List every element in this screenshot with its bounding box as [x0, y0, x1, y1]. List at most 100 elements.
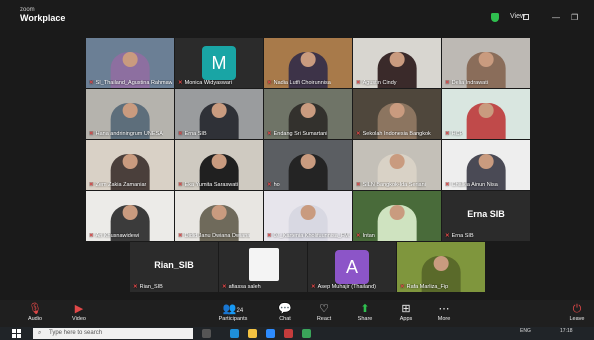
participant-avatar: A	[335, 250, 369, 284]
participant-tile[interactable]: Rian_SIB ✕ Rian_SIB	[130, 242, 218, 292]
taskbar-search-box[interactable]: ⌕ Type here to search	[33, 328, 193, 339]
participant-name-label: ✕ Hana andriningrum UNESA	[89, 131, 163, 137]
muted-mic-icon: ✕	[445, 80, 450, 86]
muted-mic-icon: ✕	[222, 284, 227, 290]
react-button[interactable]: ♡ React	[305, 302, 343, 322]
zoom-app-icon[interactable]	[266, 329, 275, 338]
participant-name-label: ✕ Ari Khusnawidewi	[89, 233, 139, 239]
brand-big: Workplace	[20, 13, 66, 23]
grid-view-icon[interactable]	[523, 14, 529, 20]
audio-button[interactable]: 🎙 Audio	[16, 302, 54, 322]
minimize-icon[interactable]: —	[552, 13, 560, 22]
participant-name-label: ✕ 07_Kartenia Kholifuunnisa_FM...	[267, 233, 350, 239]
video-button[interactable]: ▶ Video	[60, 302, 98, 322]
windows-start-icon[interactable]	[12, 329, 21, 338]
leave-button[interactable]: ⏻ Leave	[562, 302, 592, 322]
participant-tile[interactable]: ✕ Delia Indrawati	[442, 38, 530, 88]
muted-mic-icon: ✕	[356, 233, 361, 239]
participant-display-name: Rian_SIB	[154, 260, 194, 270]
participant-tile[interactable]: ✕ Agustin Cindy	[353, 38, 441, 88]
participant-tile[interactable]: ✕ Hana andriningrum UNESA	[86, 89, 174, 139]
share-button[interactable]: ⬆ Share	[346, 302, 384, 322]
participant-name-label: ✕ Chalkia Ainun Nisa	[445, 182, 498, 188]
participant-name: Didid Janu Dwiana Dwiana	[184, 233, 251, 239]
muted-mic-icon: ✕	[267, 182, 272, 188]
app-icon[interactable]	[284, 329, 293, 338]
participant-tile[interactable]: ✕ ho	[264, 140, 352, 190]
restore-icon[interactable]: ❐	[571, 13, 578, 22]
participant-name: ho	[273, 182, 280, 188]
participant-tile[interactable]: ✕ Erna SIB	[175, 89, 263, 139]
participant-name-label: ✕ Rafa Marliza_Fip	[400, 284, 448, 290]
participant-tile[interactable]: ✕ SI_Thailand_Agustina Rahmawati	[86, 38, 174, 88]
apps-label: Apps	[399, 316, 413, 322]
person-head	[433, 256, 449, 272]
participant-tile[interactable]: ✕ SILN Bangkok-Ida Seriani	[353, 140, 441, 190]
person-head	[211, 205, 227, 221]
encryption-shield-icon[interactable]	[491, 13, 499, 22]
participant-name-label: ✕ Zem Zakia Zamaniar	[89, 182, 146, 188]
participant-tile[interactable]: ✕ afiassa saleh	[219, 242, 307, 292]
title-bar: zoom Workplace View — ❐	[0, 0, 594, 30]
task-view-icon[interactable]	[202, 329, 211, 338]
participant-name-label: ✕ afiassa saleh	[222, 284, 261, 290]
participant-name-label: ✕ Erna SIB	[178, 131, 207, 137]
apps-button[interactable]: ⊞ Apps	[387, 302, 425, 322]
participant-tile[interactable]: ✕ Intan	[353, 191, 441, 241]
video-off-icon: ▶	[74, 303, 84, 315]
chat-button[interactable]: 💬 Chat	[266, 302, 304, 322]
participant-tile[interactable]: Erna SIB ✕ Erna SIB	[442, 191, 530, 241]
muted-mic-icon: ✕	[445, 182, 450, 188]
participant-name: Zem Zakia Zamaniar	[95, 182, 147, 188]
heart-icon: ♡	[319, 303, 329, 315]
person-silhouette	[466, 103, 506, 139]
participant-tile[interactable]: ✕ Rafa Marliza_Fip	[397, 242, 485, 292]
participant-tile[interactable]: ✕ Ari Khusnawidewi	[86, 191, 174, 241]
participant-tile[interactable]: ✕ Didid Janu Dwiana Dwiana	[175, 191, 263, 241]
person-head	[122, 154, 138, 170]
participant-tile[interactable]: M ✕ Monica Widyaswari	[175, 38, 263, 88]
participant-name-label: ✕ Sekolah Indonesia Bangkok	[356, 131, 431, 137]
participant-avatar: M	[202, 46, 236, 80]
participant-name: Rafa Marliza_Fip	[406, 284, 449, 290]
participant-tile[interactable]: ✕ 07_Kartenia Kholifuunnisa_FM...	[264, 191, 352, 241]
edge-browser-icon[interactable]	[230, 329, 239, 338]
leave-label: Leave	[569, 316, 585, 322]
participant-tile[interactable]: ✕ Eka Yumita Saraswati	[175, 140, 263, 190]
participant-tile[interactable]: ✕ Nadia Lutfi Choirunnisa	[264, 38, 352, 88]
participant-name: Asep Muhajir (Thailand)	[317, 284, 376, 290]
muted-mic-icon: ✕	[400, 284, 405, 290]
muted-mic-icon: ✕	[89, 131, 94, 137]
more-button[interactable]: ⋯ More	[425, 302, 463, 322]
participant-tile[interactable]: ✕ Chalkia Ainun Nisa	[442, 140, 530, 190]
meeting-toolbar: 🎙 Audio ▶ Video 👥24 Participants 💬 Chat …	[0, 300, 594, 327]
person-head	[389, 205, 405, 221]
participant-tile[interactable]: ✕ Endang Sri Sumartani	[264, 89, 352, 139]
participant-tile[interactable]: ✕ HCP	[442, 89, 530, 139]
language-indicator[interactable]: ENG	[520, 328, 531, 334]
participant-name-label: ✕ Endang Sri Sumartani	[267, 131, 327, 137]
more-label: More	[437, 316, 451, 322]
participant-tile[interactable]: ✕ Sekolah Indonesia Bangkok	[353, 89, 441, 139]
participant-tile[interactable]: ✕ Zem Zakia Zamaniar	[86, 140, 174, 190]
participant-name-label: ✕ Agustin Cindy	[356, 80, 397, 86]
muted-mic-icon: ✕	[267, 131, 272, 137]
app-icon[interactable]	[302, 329, 311, 338]
person-head	[122, 52, 138, 68]
participant-name: Monica Widyaswari	[184, 80, 232, 86]
muted-mic-icon: ✕	[178, 182, 183, 188]
person-head	[300, 154, 316, 170]
muted-mic-icon: 🎙	[28, 303, 42, 315]
person-head	[300, 52, 316, 68]
muted-mic-icon: ✕	[445, 233, 450, 239]
leave-icon: ⏻	[572, 303, 582, 315]
file-explorer-icon[interactable]	[248, 329, 257, 338]
participant-name-label: ✕ Intan	[356, 233, 375, 239]
participant-name-label: ✕ Didid Janu Dwiana Dwiana	[178, 233, 250, 239]
participant-name: Nadia Lutfi Choirunnisa	[273, 80, 331, 86]
person-head	[478, 103, 494, 119]
clock[interactable]: 17:18	[560, 328, 573, 334]
participant-tile[interactable]: A ✕ Asep Muhajir (Thailand)	[308, 242, 396, 292]
person-head	[478, 154, 494, 170]
participants-button[interactable]: 👥24 Participants	[214, 302, 252, 322]
